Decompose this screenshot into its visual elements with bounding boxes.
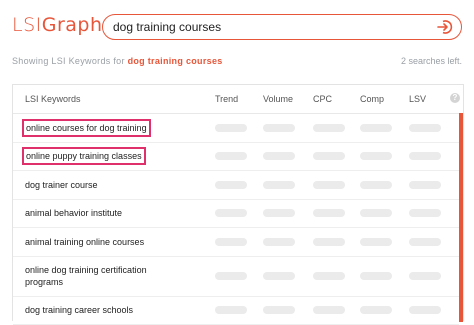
- table-row[interactable]: online puppy training classes: [13, 142, 459, 171]
- logo-lsi: LSI: [12, 14, 42, 36]
- lsv-placeholder: [409, 306, 441, 314]
- volume-placeholder: [263, 272, 295, 280]
- info-icon[interactable]: ?: [450, 93, 460, 103]
- column-trend[interactable]: Trend: [215, 94, 238, 104]
- comp-placeholder: [360, 306, 392, 314]
- column-lsv[interactable]: LSV: [409, 94, 426, 104]
- keyword-cell[interactable]: online puppy training classes: [22, 147, 146, 165]
- table-header: LSI Keywords Trend Volume CPC Comp LSV ?: [13, 85, 463, 114]
- keyword-cell[interactable]: animal training online courses: [25, 236, 144, 248]
- caption-prefix: Showing LSI Keywords for: [12, 56, 128, 66]
- volume-placeholder: [263, 152, 295, 160]
- cpc-placeholder: [313, 238, 345, 246]
- submit-arrow-icon[interactable]: [437, 19, 453, 35]
- table-row[interactable]: online courses for dog training: [13, 113, 459, 143]
- trend-placeholder: [215, 181, 247, 189]
- comp-placeholder: [360, 152, 392, 160]
- cpc-placeholder: [313, 181, 345, 189]
- lsv-placeholder: [409, 152, 441, 160]
- column-volume[interactable]: Volume: [263, 94, 293, 104]
- header: LSIGraph: [0, 0, 474, 50]
- trend-placeholder: [215, 272, 247, 280]
- trend-placeholder: [215, 306, 247, 314]
- comp-placeholder: [360, 181, 392, 189]
- volume-placeholder: [263, 181, 295, 189]
- logo-graph: Graph: [41, 14, 103, 36]
- comp-placeholder: [360, 209, 392, 217]
- comp-placeholder: [360, 238, 392, 246]
- search-input[interactable]: [113, 18, 423, 36]
- lsv-placeholder: [409, 272, 441, 280]
- cpc-placeholder: [313, 152, 345, 160]
- keyword-cell[interactable]: online courses for dog training: [22, 119, 151, 137]
- keyword-cell[interactable]: dog training career schools: [25, 304, 133, 316]
- trend-placeholder: [215, 152, 247, 160]
- results-caption: Showing LSI Keywords for dog training co…: [12, 56, 223, 66]
- lsi-keywords-table: LSI Keywords Trend Volume CPC Comp LSV ?…: [12, 84, 464, 325]
- keyword-cell[interactable]: animal behavior institute: [25, 207, 122, 219]
- cpc-placeholder: [313, 272, 345, 280]
- search-box[interactable]: [102, 14, 462, 40]
- cpc-placeholder: [313, 124, 345, 132]
- volume-placeholder: [263, 306, 295, 314]
- lsv-placeholder: [409, 238, 441, 246]
- column-lsi-keywords[interactable]: LSI Keywords: [25, 94, 81, 104]
- volume-placeholder: [263, 124, 295, 132]
- cpc-placeholder: [313, 209, 345, 217]
- column-cpc[interactable]: CPC: [313, 94, 332, 104]
- caption-query: dog training courses: [127, 56, 223, 66]
- table-row[interactable]: online dog training certification progra…: [13, 256, 459, 297]
- keyword-cell[interactable]: online dog training certification progra…: [25, 264, 165, 288]
- cpc-placeholder: [313, 306, 345, 314]
- lsv-placeholder: [409, 124, 441, 132]
- lsv-placeholder: [409, 181, 441, 189]
- comp-placeholder: [360, 124, 392, 132]
- searches-left-count: 2 searches left.: [400, 56, 462, 66]
- volume-placeholder: [263, 238, 295, 246]
- trend-placeholder: [215, 209, 247, 217]
- table-row[interactable]: dog trainer course: [13, 170, 459, 200]
- comp-placeholder: [360, 272, 392, 280]
- trend-placeholder: [215, 238, 247, 246]
- trend-placeholder: [215, 124, 247, 132]
- scrollbar[interactable]: [459, 113, 463, 322]
- keyword-cell[interactable]: dog trainer course: [25, 179, 98, 191]
- table-row[interactable]: animal training online courses: [13, 227, 459, 257]
- column-comp[interactable]: Comp: [360, 94, 384, 104]
- volume-placeholder: [263, 209, 295, 217]
- table-row[interactable]: animal behavior institute: [13, 199, 459, 228]
- lsigraph-logo[interactable]: LSIGraph: [12, 14, 103, 36]
- lsv-placeholder: [409, 209, 441, 217]
